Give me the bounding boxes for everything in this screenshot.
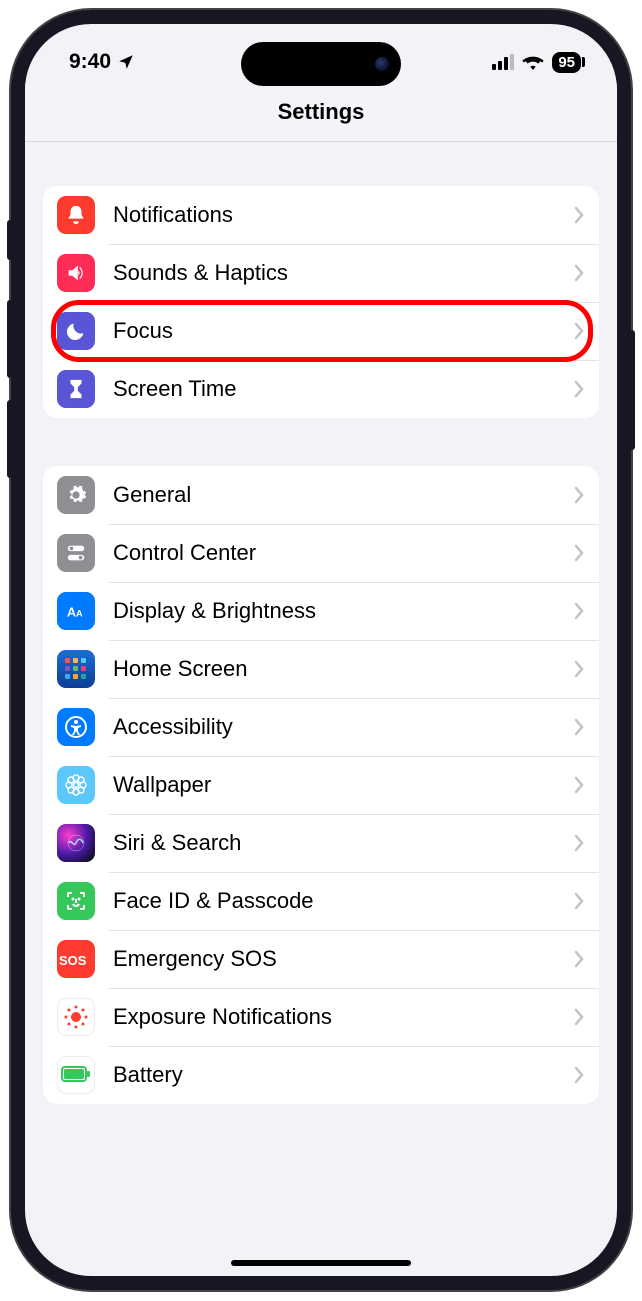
- row-label: Sounds & Haptics: [113, 260, 573, 286]
- chevron-right-icon: [573, 485, 585, 505]
- settings-row-control-center[interactable]: Control Center: [43, 524, 599, 582]
- settings-row-general[interactable]: General: [43, 466, 599, 524]
- mute-switch: [7, 220, 13, 260]
- row-label: Emergency SOS: [113, 946, 573, 972]
- settings-group: General Control Center AA Display & Brightn…: [43, 466, 599, 1104]
- settings-row-notifications[interactable]: Notifications: [43, 186, 599, 244]
- gear-icon: [57, 476, 95, 514]
- chevron-right-icon: [573, 717, 585, 737]
- screen: 9:40 95 Settings Notifications Sounds & H…: [25, 24, 617, 1276]
- settings-row-home-screen[interactable]: Home Screen: [43, 640, 599, 698]
- row-label: Wallpaper: [113, 772, 573, 798]
- battery-indicator: 95: [552, 52, 581, 73]
- settings-row-screen-time[interactable]: Screen Time: [43, 360, 599, 418]
- page-title: Settings: [278, 99, 365, 125]
- settings-row-accessibility[interactable]: Accessibility: [43, 698, 599, 756]
- chevron-right-icon: [573, 775, 585, 795]
- textsize-icon: AA: [57, 592, 95, 630]
- chevron-right-icon: [573, 1007, 585, 1027]
- chevron-right-icon: [573, 321, 585, 341]
- toggles-icon: [57, 534, 95, 572]
- row-label: Face ID & Passcode: [113, 888, 573, 914]
- speaker-icon: [57, 254, 95, 292]
- settings-row-wallpaper[interactable]: Wallpaper: [43, 756, 599, 814]
- bell-icon: [57, 196, 95, 234]
- faceid-icon: [57, 882, 95, 920]
- row-label: Display & Brightness: [113, 598, 573, 624]
- location-arrow-icon: [117, 53, 135, 71]
- accessibility-icon: [57, 708, 95, 746]
- chevron-right-icon: [573, 263, 585, 283]
- settings-list[interactable]: Notifications Sounds & Haptics Focus Screen…: [25, 186, 617, 1104]
- chevron-right-icon: [573, 949, 585, 969]
- row-label: Accessibility: [113, 714, 573, 740]
- row-label: Exposure Notifications: [113, 1004, 573, 1030]
- settings-row-emergency-sos[interactable]: SOS Emergency SOS: [43, 930, 599, 988]
- settings-row-display-brightness[interactable]: AA Display & Brightness: [43, 582, 599, 640]
- settings-row-siri-search[interactable]: Siri & Search: [43, 814, 599, 872]
- wifi-icon: [522, 54, 544, 70]
- flower-icon: [57, 766, 95, 804]
- apps-icon: [57, 650, 95, 688]
- moon-icon: [57, 312, 95, 350]
- row-label: General: [113, 482, 573, 508]
- row-label: Siri & Search: [113, 830, 573, 856]
- chevron-right-icon: [573, 543, 585, 563]
- svg-text:A: A: [76, 609, 83, 619]
- volume-up: [7, 300, 13, 378]
- chevron-right-icon: [573, 1065, 585, 1085]
- settings-row-battery[interactable]: Battery: [43, 1046, 599, 1104]
- battery-level: 95: [558, 54, 575, 71]
- settings-row-exposure-notifications[interactable]: Exposure Notifications: [43, 988, 599, 1046]
- settings-group: Notifications Sounds & Haptics Focus Screen…: [43, 186, 599, 418]
- hourglass-icon: [57, 370, 95, 408]
- row-label: Notifications: [113, 202, 573, 228]
- nav-header: Settings: [25, 82, 617, 142]
- chevron-right-icon: [573, 379, 585, 399]
- svg-text:SOS: SOS: [59, 953, 87, 968]
- battery-icon: [57, 1056, 95, 1094]
- chevron-right-icon: [573, 659, 585, 679]
- exposure-icon: [57, 998, 95, 1036]
- volume-down: [7, 400, 13, 478]
- row-label: Focus: [113, 318, 573, 344]
- power-button: [629, 330, 635, 450]
- dynamic-island: [241, 42, 401, 86]
- sos-icon: SOS: [57, 940, 95, 978]
- row-label: Home Screen: [113, 656, 573, 682]
- phone-frame: 9:40 95 Settings Notifications Sounds & H…: [11, 10, 631, 1290]
- row-label: Control Center: [113, 540, 573, 566]
- chevron-right-icon: [573, 891, 585, 911]
- siri-icon: [57, 824, 95, 862]
- settings-row-sounds-haptics[interactable]: Sounds & Haptics: [43, 244, 599, 302]
- svg-text:A: A: [67, 605, 76, 620]
- row-label: Battery: [113, 1062, 573, 1088]
- row-label: Screen Time: [113, 376, 573, 402]
- status-time: 9:40: [69, 50, 111, 74]
- chevron-right-icon: [573, 601, 585, 621]
- chevron-right-icon: [573, 833, 585, 853]
- chevron-right-icon: [573, 205, 585, 225]
- settings-row-focus[interactable]: Focus: [43, 302, 599, 360]
- settings-row-face-id[interactable]: Face ID & Passcode: [43, 872, 599, 930]
- home-indicator[interactable]: [231, 1260, 411, 1266]
- cellular-signal-icon: [492, 54, 514, 70]
